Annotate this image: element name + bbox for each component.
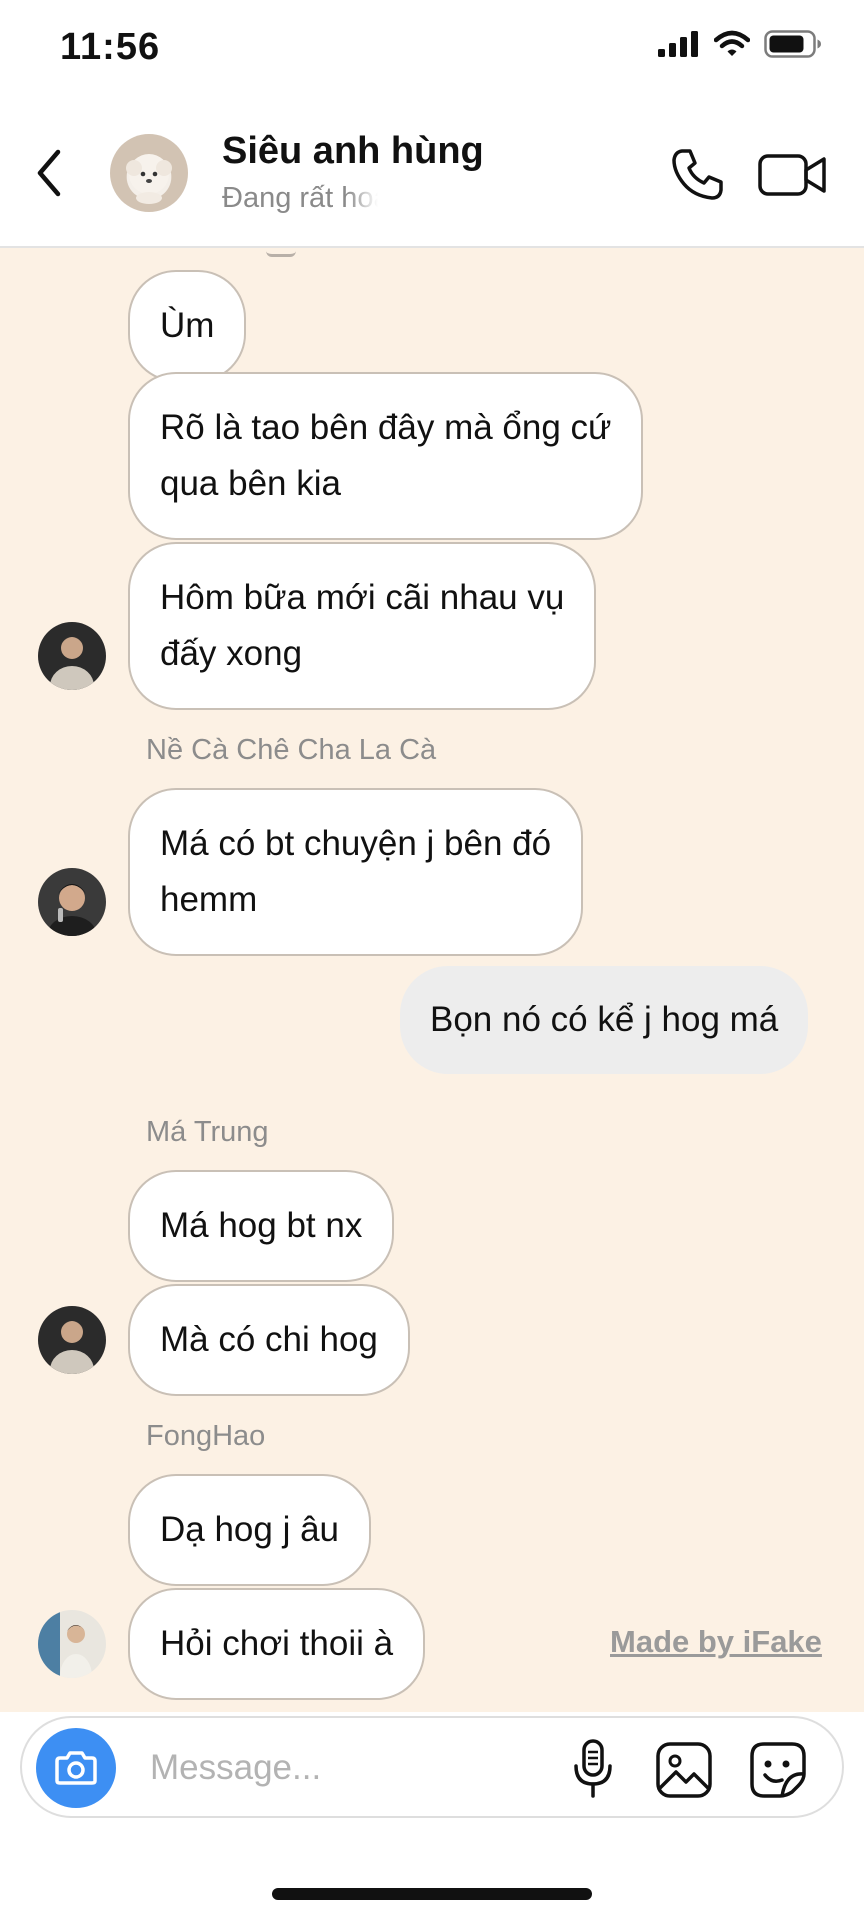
message-list[interactable]: Ùm Rõ là tao bên đây mà ổng cứ qua bên k…: [0, 248, 864, 1712]
video-camera-icon[interactable]: [758, 150, 828, 200]
group-avatar[interactable]: [110, 134, 188, 212]
phone-icon[interactable]: [670, 146, 726, 202]
camera-icon: [55, 1751, 97, 1785]
message-bubble[interactable]: Hôm bữa mới cãi nhau vụ đấy xong: [128, 542, 597, 710]
puppy-avatar-icon: [126, 154, 172, 204]
message-bubble[interactable]: Mà có chi hog: [128, 1284, 410, 1396]
outgoing-message-bubble[interactable]: Bọn nó có kể j hog má: [400, 966, 809, 1074]
home-indicator[interactable]: [272, 1888, 592, 1900]
message-composer: [20, 1716, 844, 1818]
cellular-signal-icon: [658, 31, 698, 57]
message-bubble[interactable]: Ùm: [128, 270, 247, 382]
sender-name: FongHao: [146, 1420, 266, 1452]
camera-button[interactable]: [36, 1728, 116, 1808]
status-icons: [658, 30, 822, 58]
message-bubble[interactable]: Dạ hog j âu: [128, 1474, 372, 1586]
chat-title[interactable]: Siêu anh hùng: [222, 130, 484, 173]
sticker-icon[interactable]: [748, 1740, 808, 1800]
sender-avatar[interactable]: [38, 1610, 106, 1678]
wifi-icon: [714, 30, 750, 56]
chat-status: Đang rất hoạt động: [222, 182, 378, 214]
person-photo-icon: [38, 622, 106, 690]
person-photo-icon: [38, 1306, 106, 1374]
chat-header: Siêu anh hùng Đang rất hoạt động: [0, 100, 864, 248]
image-icon[interactable]: [654, 1740, 714, 1800]
message-bubble[interactable]: Hỏi chơi thoii à: [128, 1588, 426, 1700]
message-bubble[interactable]: Má hog bt nx: [128, 1170, 395, 1282]
message-input[interactable]: [150, 1740, 450, 1796]
person-photo-icon: [38, 1610, 106, 1678]
status-bar: 11:56: [0, 0, 864, 100]
sender-avatar[interactable]: [38, 622, 106, 690]
battery-icon: [764, 30, 821, 58]
sender-avatar[interactable]: [38, 1306, 106, 1374]
sender-name: Má Trung: [146, 1116, 269, 1148]
composer-area: [0, 1712, 864, 1920]
message-bubble[interactable]: Rõ là tao bên đây mà ổng cứ qua bên kia: [128, 372, 644, 540]
sender-name: Nề Cà Chê Cha La Cà: [146, 734, 437, 766]
back-button[interactable]: [30, 146, 70, 200]
cut-off-sender-name: [266, 248, 296, 257]
status-time: 11:56: [60, 26, 161, 68]
person-photo-icon: [38, 868, 106, 936]
message-bubble[interactable]: Má có bt chuyện j bên đó hemm: [128, 788, 584, 956]
chat-screen: 11:56 Siêu anh hùng Đang rất ho Ùm Rõ là…: [0, 0, 864, 1920]
watermark-link[interactable]: Made by iFake: [610, 1624, 822, 1660]
microphone-icon[interactable]: [568, 1738, 618, 1800]
sender-avatar[interactable]: [38, 868, 106, 936]
